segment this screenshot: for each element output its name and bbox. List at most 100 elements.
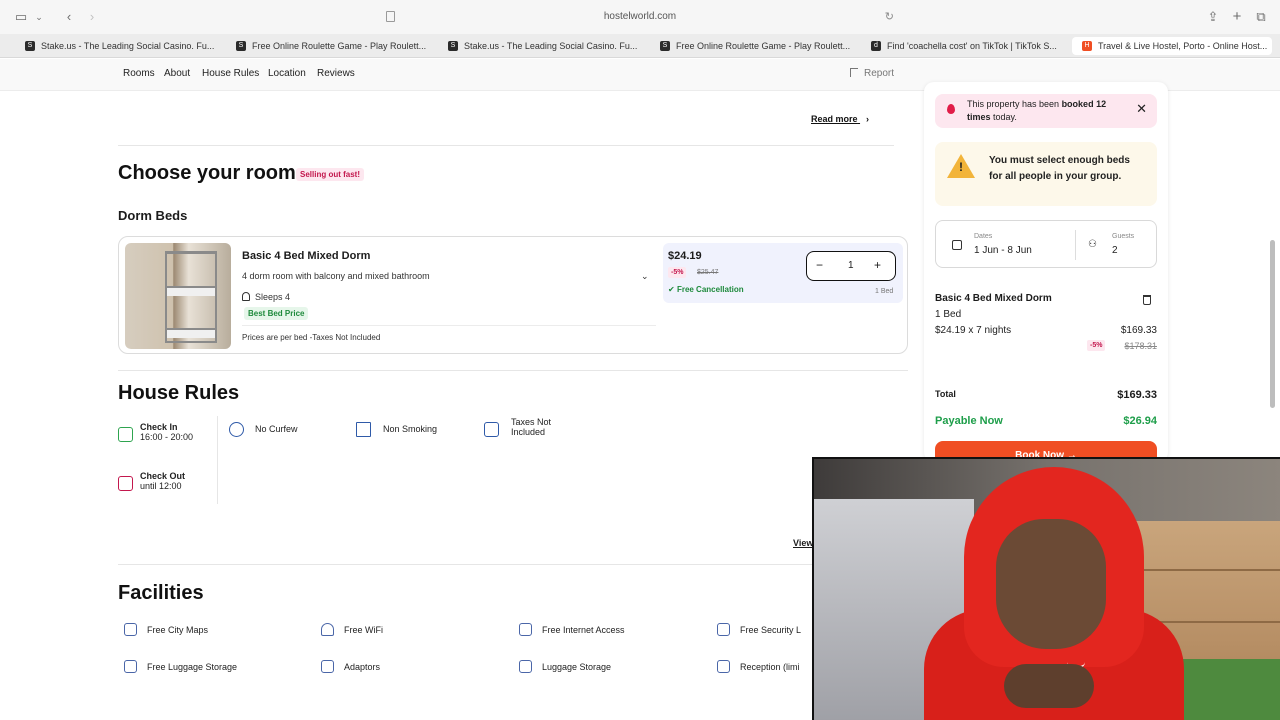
share-icon[interactable]: ⇪ xyxy=(1204,9,1222,25)
bunk-bed-image xyxy=(165,251,217,343)
discount-badge: -5% xyxy=(668,267,687,278)
check-icon: ✔ xyxy=(668,285,677,294)
facilities-title: Facilities xyxy=(118,582,204,604)
tab-title: Stake.us - The Leading Social Casino. Fu… xyxy=(464,41,638,51)
stake-favicon-icon: S xyxy=(236,41,246,51)
selling-out-badge: Selling out fast! xyxy=(296,168,364,181)
house-rules-title: House Rules xyxy=(118,382,240,404)
room-name: Basic 4 Bed Mixed Dorm xyxy=(242,250,371,262)
back-icon[interactable]: ‹ xyxy=(60,9,78,25)
quantity-stepper[interactable]: − 1 + xyxy=(806,251,896,281)
stake-favicon-icon: S xyxy=(448,41,458,51)
summary-old-price: $178.31 xyxy=(1124,341,1157,351)
total-label: Total xyxy=(935,389,956,399)
guests-value[interactable]: 2 xyxy=(1112,245,1118,256)
webcam-overlay xyxy=(812,457,1280,720)
page-scrollbar[interactable] xyxy=(1270,240,1275,408)
no-curfew: No Curfew xyxy=(255,424,298,434)
divider-vertical xyxy=(217,416,218,504)
tab-overview-icon[interactable]: ⧉ xyxy=(1252,9,1270,25)
guests-label: Guests xyxy=(1112,233,1135,240)
subnav-reviews[interactable]: Reviews xyxy=(317,68,355,79)
check-out-label: Check Out xyxy=(140,471,186,481)
facility-item: Reception (limi xyxy=(717,660,800,673)
best-price-badge: Best Bed Price xyxy=(244,307,309,320)
tab-5[interactable]: d Find 'coachella cost' on TikTok | TikT… xyxy=(871,37,1061,55)
reload-icon[interactable]: ↻ xyxy=(885,7,894,27)
dates-value[interactable]: 1 Jun - 8 Jun xyxy=(974,245,1032,256)
read-more-link[interactable]: Read more › xyxy=(811,114,869,124)
map-icon xyxy=(124,623,137,636)
chevron-down-icon[interactable]: ⌄ xyxy=(30,9,48,25)
tab-title: Free Online Roulette Game - Play Roulett… xyxy=(252,41,426,51)
tab-6-active[interactable]: H Travel & Live Hostel, Porto - Online H… xyxy=(1072,37,1272,55)
view-all-link[interactable]: View xyxy=(793,538,813,548)
room-photo[interactable] xyxy=(125,243,231,349)
report-label: Report xyxy=(864,68,895,79)
summary-amount: $169.33 xyxy=(1120,325,1157,336)
hostelworld-favicon-icon: H xyxy=(1082,41,1092,51)
tab-bar: S Stake.us - The Leading Social Casino. … xyxy=(0,34,1280,58)
facility-item: Luggage Storage xyxy=(519,660,611,673)
tab-1[interactable]: S Stake.us - The Leading Social Casino. … xyxy=(25,37,215,55)
summary-room-name: Basic 4 Bed Mixed Dorm xyxy=(935,293,1052,304)
quantity-value: 1 xyxy=(848,260,854,271)
plus-button[interactable]: + xyxy=(874,258,881,272)
report-link[interactable]: Report xyxy=(850,68,894,79)
tab-title: Free Online Roulette Game - Play Roulett… xyxy=(676,41,850,51)
address-bar[interactable]: hostelworld.com ↻ xyxy=(380,7,900,27)
divider xyxy=(118,564,818,565)
facility-item: Free City Maps xyxy=(124,623,208,636)
facility-label: Reception (limi xyxy=(740,662,800,672)
tab-3[interactable]: S Stake.us - The Leading Social Casino. … xyxy=(448,37,638,55)
check-in: Check In 16:00 - 20:00 xyxy=(140,422,193,442)
price-note: Prices are per bed -Taxes Not Included xyxy=(242,333,381,342)
payable-label: Payable Now xyxy=(935,415,1003,427)
tab-2[interactable]: S Free Online Roulette Game - Play Roule… xyxy=(236,37,426,55)
bed-count: 1 Bed xyxy=(875,288,894,295)
warning-text: You must select enough beds for all peop… xyxy=(989,155,1130,182)
new-tab-icon[interactable]: + xyxy=(1228,9,1246,25)
minus-button[interactable]: − xyxy=(816,258,823,272)
facility-label: Luggage Storage xyxy=(542,662,612,672)
subnav-about[interactable]: About xyxy=(164,68,190,79)
luggage-icon xyxy=(124,660,137,673)
check-in-icon xyxy=(118,427,133,442)
non-smoking: Non Smoking xyxy=(383,424,438,434)
booked-times: times xyxy=(967,112,991,122)
subnav-rooms[interactable]: Rooms xyxy=(123,68,155,79)
taxes-icon xyxy=(484,422,499,437)
subnav-house-rules[interactable]: House Rules xyxy=(202,68,259,79)
flag-icon xyxy=(850,68,858,77)
facility-label: Free City Maps xyxy=(147,625,209,635)
taxes-not-included: Taxes Not Included xyxy=(511,417,551,437)
check-out-icon xyxy=(118,476,133,491)
divider xyxy=(118,370,908,371)
stake-favicon-icon: S xyxy=(660,41,670,51)
check-out: Check Out until 12:00 xyxy=(140,471,185,491)
facility-label: Free WiFi xyxy=(344,625,383,635)
guests-icon: ⚇ xyxy=(1088,239,1097,250)
tab-4[interactable]: S Free Online Roulette Game - Play Roule… xyxy=(660,37,850,55)
summary-discount-badge: -5% xyxy=(1087,340,1106,351)
reception-icon xyxy=(717,660,730,673)
total-value: $169.33 xyxy=(1117,389,1157,401)
trash-icon[interactable] xyxy=(1143,295,1151,305)
summary-nights: $24.19 x 7 nights xyxy=(935,325,1012,336)
tab-title: Find 'coachella cost' on TikTok | TikTok… xyxy=(887,41,1057,51)
browser-toolbar: ▭ ⌄ ‹ › hostelworld.com ↻ ⇪ + ⧉ xyxy=(0,0,1280,34)
facility-label: Free Luggage Storage xyxy=(147,662,238,672)
booking-summary-panel: This property has been booked 12 times to… xyxy=(924,82,1168,471)
lock-icon xyxy=(717,623,730,636)
facility-label: Free Security L xyxy=(740,625,802,635)
chevron-down-icon[interactable]: ⌄ xyxy=(641,271,649,282)
close-icon[interactable]: ✕ xyxy=(1136,102,1147,115)
forward-icon[interactable]: › xyxy=(83,9,101,25)
sidebar-toggle-icon[interactable]: ▭ xyxy=(12,9,30,25)
facility-item: Free Luggage Storage xyxy=(124,660,237,673)
calendar-icon xyxy=(952,240,962,250)
subnav-location[interactable]: Location xyxy=(268,68,306,79)
dates-guests-selector[interactable]: Dates 1 Jun - 8 Jun ⚇ Guests 2 xyxy=(935,220,1157,268)
luggage-icon xyxy=(519,660,532,673)
divider xyxy=(118,145,894,146)
